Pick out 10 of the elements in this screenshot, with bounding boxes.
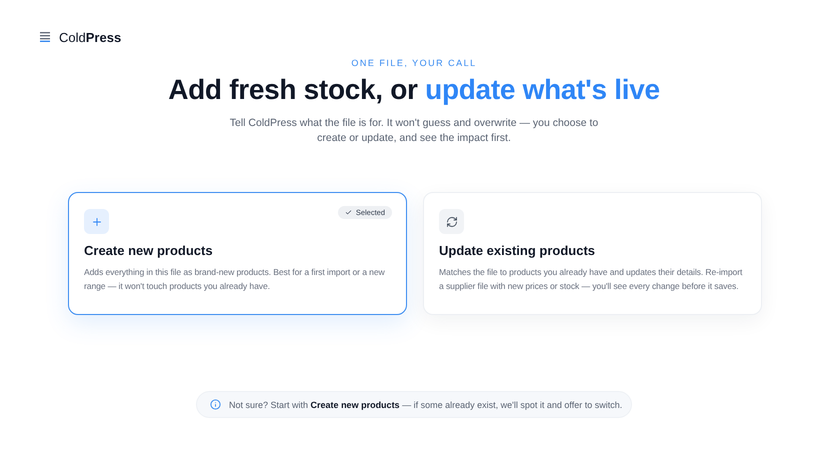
subtitle-text: Tell ColdPress what the file is for. It won't guess and overwrite — you choose to create or update, and see the impact first. — [228, 116, 600, 146]
hint-text: Not sure? Start with Create new products — if some already exist, we'll spot it and offer to switch. — [229, 400, 622, 410]
option-description: Matches the file to products you already have and updates their details. Re-import a supplier file with new prices or stock — you'll see every change before it saves. — [439, 266, 744, 293]
page-heading: Add fresh stock, or update what's live — [167, 74, 661, 106]
option-description: Adds everything in this file as brand-new products. Best for a first import or a new range — it won't touch products you already have. — [84, 266, 386, 293]
option-title: Create new products — [84, 243, 214, 258]
brand-name: ColdPress — [59, 30, 122, 44]
eyebrow-text: ONE FILE, YOUR CALL — [350, 58, 478, 68]
option-title: Update existing products — [439, 243, 596, 258]
option-card[interactable]: Update existing products Matches the file to products you already have and updates their details. Re-import a supplier file with new prices or stock — you'll see every change before it saves. — [423, 192, 762, 315]
